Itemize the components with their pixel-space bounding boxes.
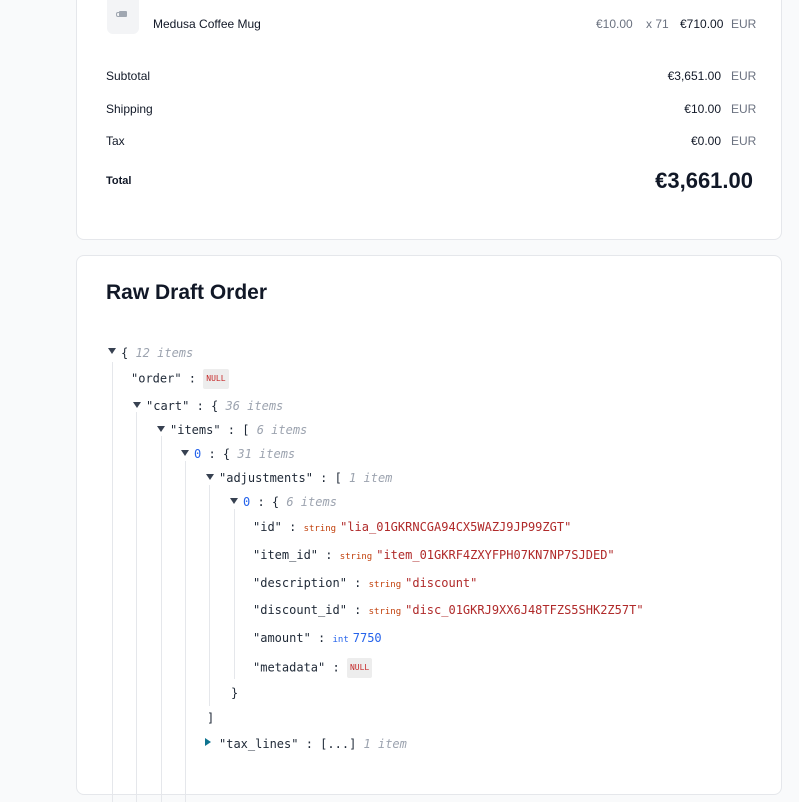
json-adjustments-row: "adjustments" : [ 1 item: [219, 471, 393, 485]
amount-value: 7750: [352, 631, 382, 645]
json-root-row: { 12 items: [121, 346, 194, 360]
description-key: "description": [253, 576, 347, 590]
raw-draft-order-title: Raw Draft Order: [106, 281, 268, 304]
total-value: €3,661.00: [655, 168, 753, 193]
description-type: string: [368, 580, 402, 590]
expand-toggle-icon[interactable]: [133, 402, 141, 408]
tree-guide-line: [209, 485, 210, 706]
order-summary-card: Medusa Coffee Mug €10.00 x 71 €710.00 EU…: [76, 0, 782, 240]
id-value: "lia_01GKRNCGA94CX5WAZJ9JP99ZGT": [340, 520, 572, 534]
tax-label: Tax: [106, 134, 125, 148]
json-tax-lines-row[interactable]: "tax_lines" : [...] 1 item: [219, 736, 407, 752]
mug-icon: [116, 11, 127, 17]
raw-draft-order-card: Raw Draft Order { 12 items "order" : NUL…: [76, 255, 782, 802]
description-value: "discount": [405, 576, 478, 590]
json-discount-id-row: "discount_id" : string "disc_01GKRJ9XX6J4…: [253, 603, 644, 617]
item-id-key: "item_id": [253, 548, 319, 562]
tree-guide-line: [185, 461, 186, 802]
product-thumbnail: [107, 0, 139, 34]
json-id-row: "id" : string "lia_01GKRNCGA94CX5WAZJ9JP9…: [253, 520, 572, 534]
adjustments-count: 1 item: [349, 471, 393, 485]
subtotal-label: Subtotal: [106, 69, 151, 83]
expand-toggle-icon[interactable]: [181, 450, 189, 456]
subtotal-currency: EUR: [731, 69, 757, 83]
line-item-name: Medusa Coffee Mug: [153, 17, 261, 31]
amount-type: int: [332, 635, 349, 645]
line-item-quantity: x 71: [646, 17, 669, 31]
line-item-total: €710.00: [680, 17, 724, 31]
expand-toggle-icon[interactable]: [108, 348, 116, 354]
tax-lines-key: "tax_lines": [219, 737, 299, 751]
total-label: Total: [106, 175, 132, 187]
line-item-unit-price: €10.00: [596, 17, 633, 31]
root-count: 12 items: [135, 346, 194, 360]
shipping-currency: EUR: [731, 102, 757, 116]
subtotal-value: €3,651.00: [667, 69, 721, 83]
json-adjustment-0-row: 0 : { 6 items: [243, 495, 337, 509]
json-description-row: "description" : string "discount": [253, 576, 478, 590]
adjustments-key: "adjustments": [219, 471, 313, 485]
order-null-badge: NULL: [203, 369, 229, 389]
metadata-null-badge: NULL: [346, 658, 373, 678]
amount-key: "amount": [253, 631, 311, 645]
adjustment-0-close-brace: }: [231, 686, 239, 700]
cart-count: 36 items: [225, 399, 284, 413]
tax-lines-count: 1 item: [363, 737, 407, 751]
tax-currency: EUR: [731, 134, 757, 148]
json-items-row: "items" : [ 6 items: [170, 423, 308, 437]
json-order-row: "order" : NULL: [131, 369, 229, 389]
item-id-type: string: [339, 552, 373, 562]
item-id-value: "item_01GKRF4ZXYFPH07KN7NP7SJDED": [376, 548, 615, 562]
json-item-id-row: "item_id" : string "item_01GKRF4ZXYFPH07K…: [253, 548, 615, 562]
expand-toggle-icon[interactable]: [205, 738, 211, 746]
adjustments-close-bracket: ]: [207, 711, 215, 725]
json-cart-row: "cart" : { 36 items: [146, 399, 284, 413]
tree-guide-line: [234, 509, 235, 679]
tree-guide-line: [112, 362, 113, 802]
adjustment-0-count: 6 items: [286, 495, 337, 509]
shipping-value: €10.00: [684, 102, 721, 116]
metadata-key: "metadata": [253, 660, 326, 675]
expand-toggle-icon[interactable]: [206, 474, 214, 480]
discount-id-type: string: [368, 607, 402, 617]
discount-id-key: "discount_id": [253, 603, 347, 617]
cart-key: "cart": [146, 399, 190, 413]
json-item-0-row: 0 : { 31 items: [194, 447, 296, 461]
items-count: 6 items: [256, 423, 308, 437]
item-0-count: 31 items: [237, 447, 296, 461]
id-key: "id": [253, 520, 282, 534]
discount-id-value: "disc_01GKRJ9XX6J48TFZS5SHK2Z57T": [405, 603, 644, 617]
shipping-label: Shipping: [106, 102, 153, 116]
id-type: string: [303, 524, 337, 534]
tax-value: €0.00: [690, 134, 721, 148]
order-key: "order": [131, 371, 182, 386]
line-item-currency: EUR: [731, 17, 757, 31]
tree-guide-line: [161, 436, 162, 802]
expand-toggle-icon[interactable]: [157, 426, 165, 432]
expand-toggle-icon[interactable]: [230, 498, 238, 504]
tree-guide-line: [136, 412, 137, 802]
tax-lines-collapsed[interactable]: [...]: [320, 737, 356, 751]
json-amount-row: "amount" : int 7750: [253, 631, 382, 645]
json-metadata-row: "metadata" : NULL: [253, 658, 373, 678]
items-key: "items": [170, 423, 221, 437]
